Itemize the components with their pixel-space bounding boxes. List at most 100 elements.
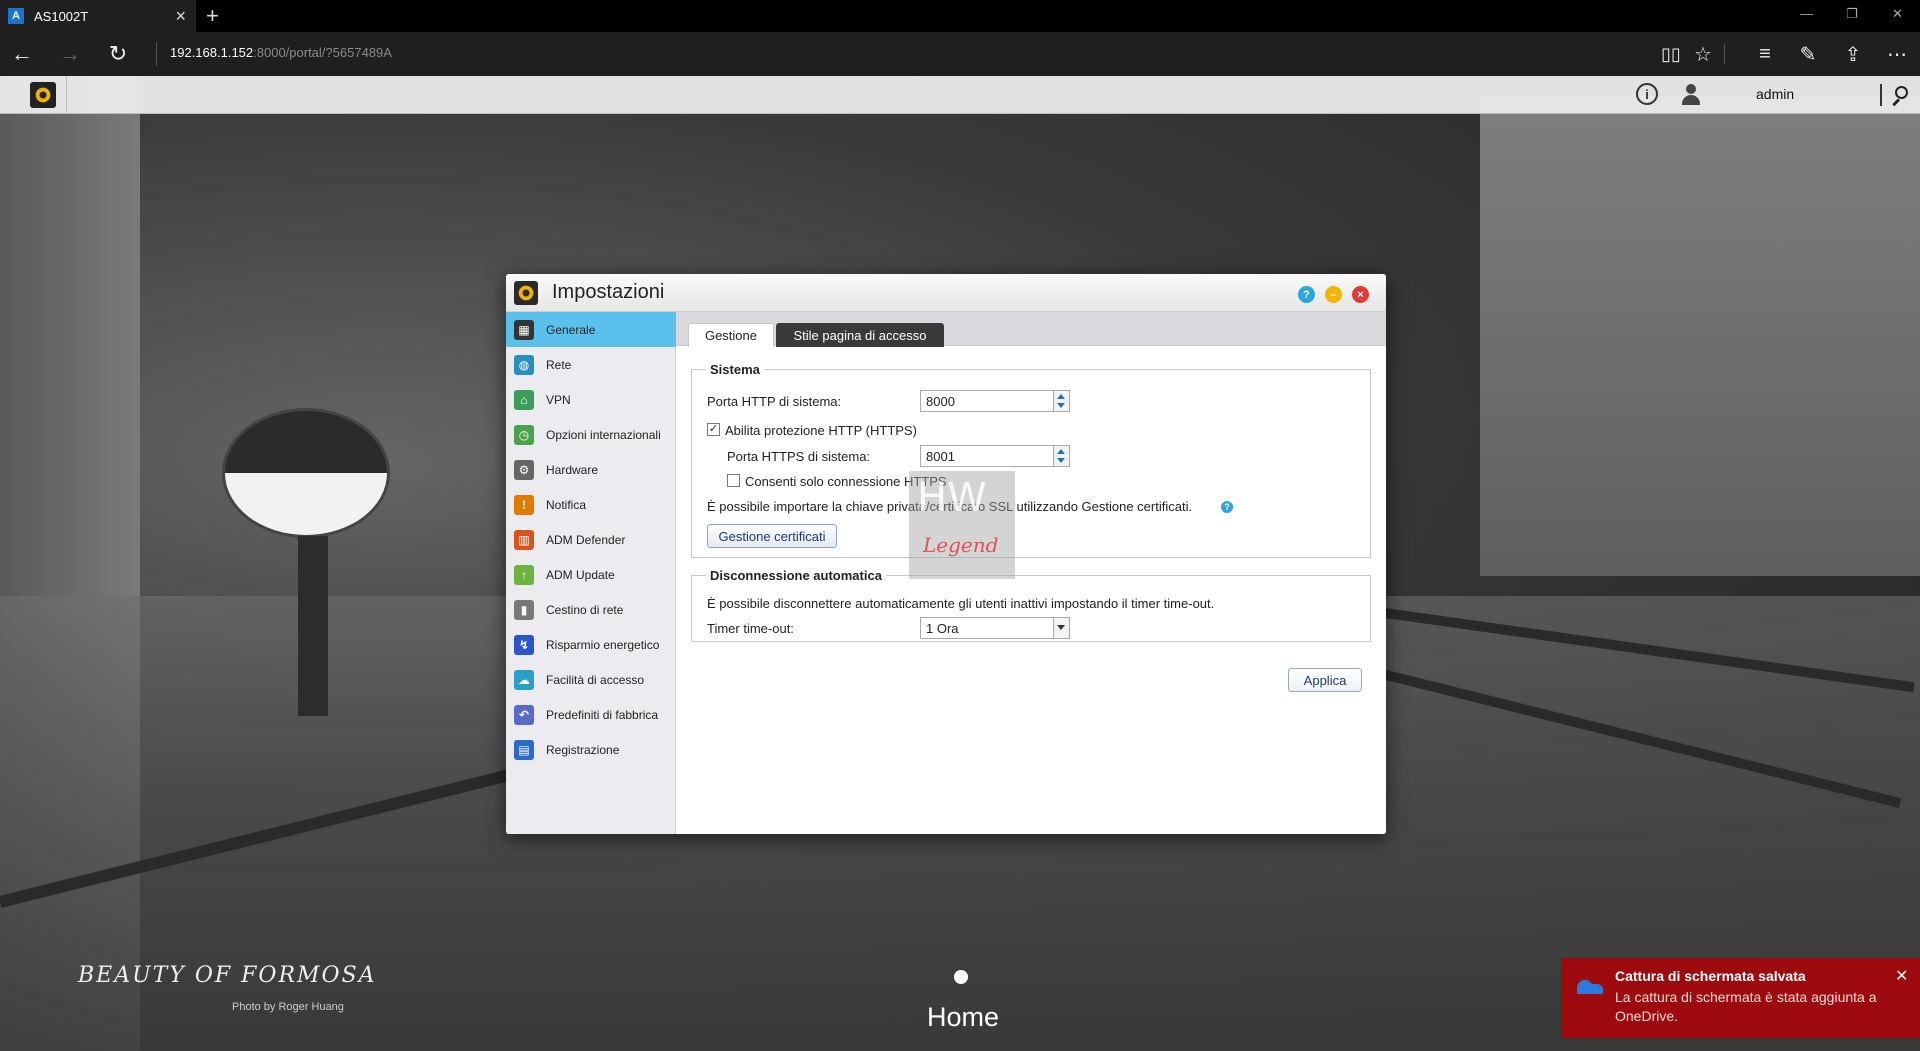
hardware-icon: ⚙ — [514, 459, 534, 480]
search-icon[interactable] — [1888, 84, 1912, 108]
disconnessione-legend: Disconnessione automatica — [710, 568, 882, 583]
sidebar-item[interactable]: ⌂ VPN — [506, 382, 676, 417]
maximize-window-icon[interactable]: ❐ — [1846, 6, 1858, 22]
sidebar-item-label: Predefiniti di fabbrica — [546, 707, 659, 722]
watermark-line1: HW — [917, 475, 987, 521]
hub-icon[interactable]: ≡ — [1748, 32, 1782, 76]
sidebar-item-label: Registrazione — [546, 742, 620, 757]
update-arrow-icon: ↑ — [514, 564, 534, 585]
https-only-checkbox[interactable] — [727, 474, 740, 487]
https-enable-label: Abilita protezione HTTP (HTTPS) — [725, 423, 917, 438]
https-port-stepper[interactable]: 8001 — [920, 445, 1070, 467]
photo-credit: Photo by Roger Huang — [232, 1001, 344, 1013]
address-path: :8000/portal/?5657489A — [253, 45, 392, 60]
http-port-spin-arrows[interactable] — [1053, 391, 1069, 411]
close-window-icon[interactable]: ✕ — [1892, 6, 1903, 22]
close-button[interactable]: × — [1352, 286, 1369, 303]
browser-tab[interactable]: A AS1002T × — [0, 0, 196, 32]
sidebar-item-label: Rete — [546, 357, 572, 372]
http-port-stepper[interactable]: 8000 — [920, 390, 1070, 412]
sidebar-item-label: Notifica — [546, 497, 587, 512]
globe-icon: ◍ — [514, 354, 534, 375]
toast-close-icon[interactable]: ✕ — [1895, 966, 1908, 986]
favorite-star-icon[interactable]: ☆ — [1686, 32, 1720, 76]
applica-button[interactable]: Applica — [1288, 668, 1362, 692]
new-tab-icon[interactable]: + — [206, 3, 219, 29]
sidebar-item[interactable]: ▥ ADM Defender — [506, 522, 676, 557]
building-icon: ▦ — [514, 319, 534, 340]
trash-icon: ▮ — [514, 599, 534, 620]
address-bar[interactable]: 192.168.1.152:8000/portal/?5657489A — [170, 45, 392, 60]
sidebar-item-label: Cestino di rete — [546, 602, 624, 617]
background-signal-disc — [222, 408, 390, 538]
home-label: Home — [926, 1002, 1000, 1032]
https-port-value: 8001 — [926, 449, 955, 464]
timer-label: Timer time-out: — [707, 621, 794, 636]
screenshot-toast[interactable]: Cattura di schermata salvata La cattura … — [1561, 958, 1920, 1038]
sidebar-item-label: Opzioni internazionali — [546, 427, 661, 442]
adm-logo-icon[interactable] — [30, 82, 56, 108]
web-note-icon[interactable]: ✎ — [1791, 32, 1825, 76]
tab-gestione[interactable]: Gestione — [688, 323, 774, 347]
browser-tab-title: AS1002T — [34, 8, 89, 24]
user-name[interactable]: admin — [1756, 86, 1794, 102]
tab-stile-pagina-accesso[interactable]: Stile pagina di accesso — [776, 323, 944, 347]
reading-view-icon[interactable]: ▯▯ — [1654, 32, 1688, 76]
sidebar-item[interactable]: ! Notifica — [506, 487, 676, 522]
sidebar-item[interactable]: ◷ Opzioni internazionali — [506, 417, 676, 452]
sidebar-item-label: Generale — [546, 322, 596, 337]
toast-title: Cattura di schermata salvata — [1615, 968, 1806, 984]
forward-arrow-icon[interactable]: → — [50, 32, 90, 76]
brand-logo: BEAUTY OF FORMOSA — [78, 963, 377, 988]
sidebar-item-label: ADM Defender — [546, 532, 626, 547]
http-port-value: 8000 — [926, 394, 955, 409]
sidebar-item-label: Hardware — [546, 462, 599, 477]
sidebar-item-label: ADM Update — [546, 567, 615, 582]
sidebar-item-label: Facilità di accesso — [546, 672, 645, 687]
address-separator — [156, 42, 157, 66]
sidebar-item-label: VPN — [546, 392, 571, 407]
settings-content: Gestione Stile pagina di accesso Sistema… — [676, 312, 1386, 834]
home-page-dot[interactable] — [954, 970, 968, 984]
gestione-certificati-button[interactable]: Gestione certificati — [707, 524, 837, 548]
settings-app-icon — [514, 281, 538, 305]
asustor-favicon-icon: A — [8, 8, 24, 24]
onedrive-icon — [1573, 976, 1603, 994]
https-port-spin-arrows[interactable] — [1053, 446, 1069, 466]
user-icon[interactable] — [1680, 84, 1702, 106]
sidebar-item[interactable]: ⚙ Hardware — [506, 452, 676, 487]
hwlegend-watermark: HW Legend — [909, 471, 1015, 579]
timer-select[interactable]: 1 Ora — [920, 617, 1070, 639]
minimize-window-icon[interactable]: — — [1800, 6, 1813, 21]
sidebar-item[interactable]: ↯ Risparmio energetico — [506, 627, 676, 662]
tab-close-icon[interactable]: × — [175, 7, 186, 25]
sidebar-item[interactable]: ☁ Facilità di accesso — [506, 662, 676, 697]
adm-top-bar: i admin — [0, 76, 1920, 114]
nav-separator — [1724, 44, 1725, 64]
sidebar-item[interactable]: ▦ Generale — [506, 312, 676, 347]
sidebar-item[interactable]: ↑ ADM Update — [506, 557, 676, 592]
reset-arrow-icon: ↶ — [514, 704, 534, 725]
https-enable-checkbox[interactable]: ✓ — [707, 423, 720, 436]
sidebar-item[interactable]: ↶ Predefiniti di fabbrica — [506, 697, 676, 732]
minimize-button[interactable]: – — [1325, 286, 1342, 303]
watermark-line2: Legend — [923, 533, 999, 557]
share-icon[interactable]: ⇪ — [1836, 32, 1870, 76]
browser-nav-bar: ← → ↻ 192.168.1.152:8000/portal/?5657489… — [0, 32, 1920, 76]
vpn-icon: ⌂ — [514, 389, 534, 410]
help-button[interactable]: ? — [1298, 286, 1315, 303]
world-clock-icon: ◷ — [514, 424, 534, 445]
chevron-down-icon[interactable] — [1053, 618, 1069, 638]
back-arrow-icon[interactable]: ← — [2, 32, 42, 76]
refresh-icon[interactable]: ↻ — [98, 32, 138, 76]
background-building — [1480, 96, 1920, 576]
cert-help-icon[interactable]: ? — [1221, 501, 1233, 513]
address-host: 192.168.1.152 — [170, 45, 254, 60]
more-icon[interactable]: ⋯ — [1880, 32, 1914, 76]
info-icon[interactable]: i — [1636, 83, 1658, 105]
sidebar-item[interactable]: ▤ Registrazione — [506, 732, 676, 767]
sidebar-item[interactable]: ▮ Cestino di rete — [506, 592, 676, 627]
settings-title-bar[interactable]: Impostazioni ? – × — [506, 274, 1386, 312]
sidebar-item[interactable]: ◍ Rete — [506, 347, 676, 382]
sidebar-item-label: Risparmio energetico — [546, 637, 660, 652]
